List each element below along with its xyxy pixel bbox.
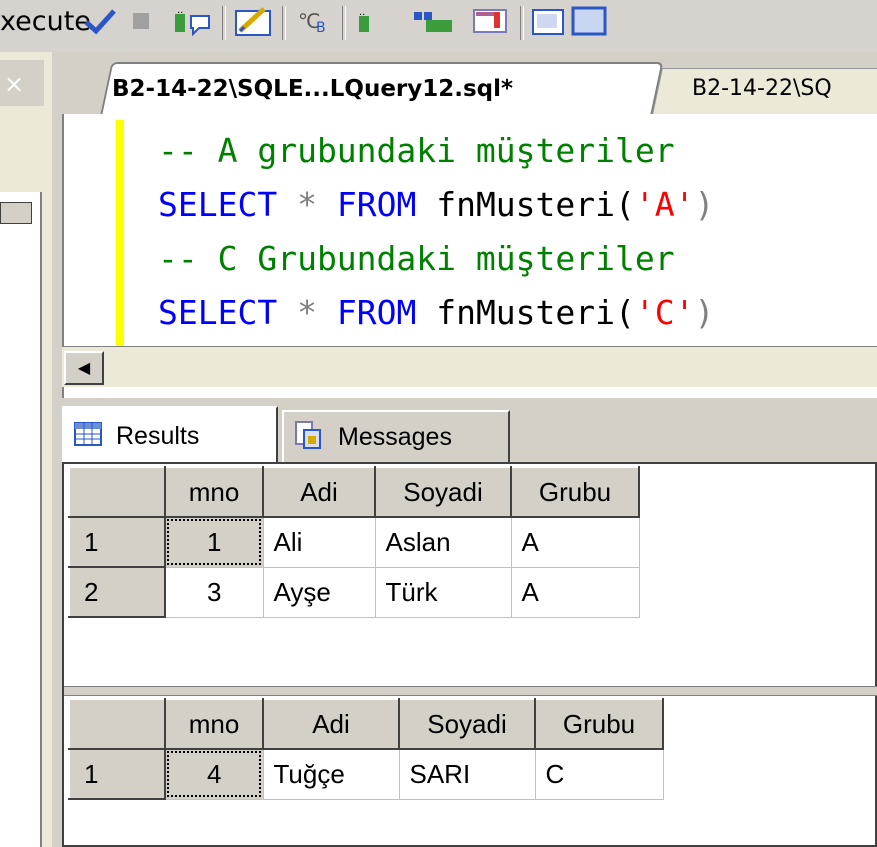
- grid-cell[interactable]: C: [534, 748, 664, 800]
- code-line-2: SELECT * FROM fnMusteri('A'): [158, 185, 714, 224]
- column-header[interactable]: Soyadi: [374, 466, 512, 518]
- results-to-grid-icon[interactable]: [412, 4, 456, 38]
- grid-corner[interactable]: [68, 698, 166, 750]
- operator-star: *: [297, 185, 317, 224]
- keyword-from: FROM: [336, 293, 417, 332]
- grid-cell[interactable]: 1: [164, 516, 264, 568]
- grid-corner[interactable]: [68, 466, 166, 518]
- grid-splitter[interactable]: [64, 686, 877, 696]
- code-line-3: -- C Grubundaki müşteriler: [158, 239, 675, 278]
- column-header[interactable]: Adi: [262, 466, 376, 518]
- object-explorer-pane: ×: [0, 52, 52, 847]
- keyword-select: SELECT: [158, 293, 278, 332]
- change-indicator-bar: [116, 120, 124, 346]
- column-header[interactable]: Adi: [262, 698, 400, 750]
- code-line-1: -- A grubundaki müşteriler: [158, 131, 675, 170]
- code-text[interactable]: -- A grubundaki müşteriler SELECT * FROM…: [158, 124, 714, 340]
- tab-messages[interactable]: Messages: [282, 410, 510, 462]
- comment-icon[interactable]: [530, 4, 570, 38]
- toolbar-separator: [520, 6, 524, 40]
- uncomment-icon[interactable]: [570, 4, 610, 38]
- table-row[interactable]: 1 4 Tuğçe SARI C: [68, 748, 664, 800]
- grid-cell[interactable]: Tuğçe: [262, 748, 400, 800]
- toolbar-separator: [282, 6, 286, 40]
- svg-text:..: ..: [359, 7, 365, 18]
- grid-cell[interactable]: 3: [164, 566, 264, 618]
- results-grid-icon: [74, 421, 102, 451]
- keyword-select: SELECT: [158, 185, 278, 224]
- query-editor-window: B2-14-22\SQ B2-14-22\SQLE...LQuery12.sql…: [52, 52, 877, 847]
- execute-button[interactable]: xecute: [0, 6, 91, 37]
- operator-star: *: [297, 293, 317, 332]
- row-header[interactable]: 1: [68, 748, 166, 800]
- results-grid-1[interactable]: mno Adi Soyadi Grubu 1 1 Ali Aslan A 2 3…: [68, 466, 640, 618]
- toolbar-separator: [222, 6, 226, 40]
- grid-cell[interactable]: A: [510, 566, 640, 618]
- column-header[interactable]: Grubu: [534, 698, 664, 750]
- results-grid-container: mno Adi Soyadi Grubu 1 1 Ali Aslan A 2 3…: [62, 462, 877, 847]
- results-to-file-icon[interactable]: [470, 4, 514, 38]
- column-header[interactable]: mno: [164, 698, 264, 750]
- grid-cell[interactable]: 4: [164, 748, 264, 800]
- string-arg: 'C': [634, 293, 695, 332]
- grid-cell[interactable]: SARI: [398, 748, 536, 800]
- svg-text:B: B: [316, 20, 326, 36]
- toolbar-separator: [342, 6, 346, 40]
- checkmark-icon[interactable]: [80, 4, 120, 38]
- grid-header-row: mno Adi Soyadi Grubu: [68, 466, 640, 518]
- results-pane: Results Messages mno Adi Soyadi Grubu 1 …: [62, 402, 877, 847]
- function-name: fnMusteri(: [436, 293, 635, 332]
- grid-cell[interactable]: Ayşe: [262, 566, 376, 618]
- results-grid-2[interactable]: mno Adi Soyadi Grubu 1 4 Tuğçe SARI C: [68, 698, 664, 800]
- function-name: fnMusteri(: [436, 185, 635, 224]
- grid-cell[interactable]: Ali: [262, 516, 376, 568]
- column-header[interactable]: mno: [164, 466, 264, 518]
- paren-close: ): [694, 293, 715, 332]
- code-line-4: SELECT * FROM fnMusteri('C'): [158, 293, 714, 332]
- table-row[interactable]: 2 3 Ayşe Türk A: [68, 566, 640, 618]
- tab-active-label[interactable]: B2-14-22\SQLE...LQuery12.sql*: [112, 76, 513, 102]
- tab-results-label: Results: [116, 421, 200, 450]
- column-header[interactable]: Soyadi: [398, 698, 536, 750]
- svg-text:..: ..: [177, 6, 183, 16]
- paren-close: ): [694, 185, 715, 224]
- column-header[interactable]: Grubu: [510, 466, 640, 518]
- row-header[interactable]: 2: [68, 566, 166, 618]
- intellisense-icon[interactable]: ℃ B: [294, 4, 338, 38]
- display-plan-icon[interactable]: ..: [168, 4, 218, 38]
- string-arg: 'A': [634, 185, 695, 224]
- toolbar: xecute .. ℃ B ..: [0, 0, 877, 52]
- stop-icon[interactable]: [126, 4, 156, 38]
- grid-cell[interactable]: Aslan: [374, 516, 512, 568]
- query-options-icon[interactable]: [232, 4, 276, 38]
- table-row[interactable]: 1 1 Ali Aslan A: [68, 516, 640, 568]
- grid-header-row: mno Adi Soyadi Grubu: [68, 698, 664, 750]
- tab-results[interactable]: Results: [62, 406, 278, 464]
- messages-icon: [294, 420, 324, 455]
- tab-messages-label: Messages: [338, 422, 452, 451]
- row-header[interactable]: 1: [68, 516, 166, 568]
- grid-cell[interactable]: Türk: [374, 566, 512, 618]
- tab-inactive-label[interactable]: B2-14-22\SQ: [692, 76, 832, 101]
- horizontal-scrollbar[interactable]: ◀: [62, 346, 877, 387]
- object-explorer-tree[interactable]: [0, 192, 42, 847]
- close-icon[interactable]: ×: [4, 70, 24, 98]
- tree-node-button[interactable]: [0, 202, 32, 224]
- grid-cell[interactable]: A: [510, 516, 640, 568]
- scroll-track[interactable]: [108, 351, 877, 385]
- keyword-from: FROM: [336, 185, 417, 224]
- scroll-left-icon[interactable]: ◀: [64, 351, 104, 385]
- include-plan-icon[interactable]: ..: [352, 4, 382, 38]
- pane-header: ×: [0, 60, 44, 106]
